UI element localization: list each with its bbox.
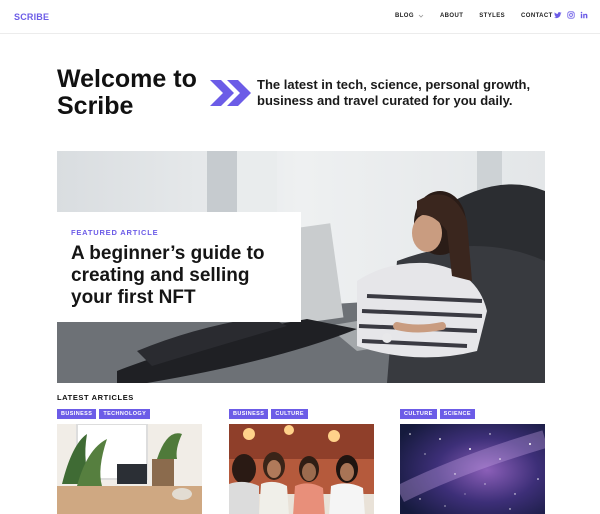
nav-item-blog-label: BLOG [395, 13, 414, 19]
nav-item-blog[interactable]: BLOG [395, 13, 424, 19]
nav-item-contact[interactable]: CONTACT [521, 13, 553, 19]
tag-science[interactable]: SCIENCE [439, 409, 475, 419]
article-card[interactable]: BUSINESS CULTURE [229, 409, 374, 514]
tag-business[interactable]: BUSINESS [229, 409, 269, 419]
linkedin-icon[interactable] [580, 11, 588, 19]
desk-plants-photo [57, 424, 202, 514]
friends-cafe-photo [229, 424, 374, 514]
article-thumbnail[interactable] [57, 424, 202, 514]
twitter-icon[interactable] [554, 11, 562, 19]
site-header: SCRIBE BLOG ABOUT STYLES CONTACT [0, 0, 600, 34]
tag-list: BUSINESS CULTURE [229, 409, 374, 419]
latest-articles-heading: LATEST ARTICLES [57, 393, 134, 402]
page-title: Welcome to Scribe [57, 65, 197, 120]
featured-article-card[interactable]: FEATURED ARTICLE A beginner’s guide to c… [57, 212, 301, 322]
featured-label: FEATURED ARTICLE [71, 228, 159, 237]
site-logo[interactable]: SCRIBE [14, 12, 49, 22]
main-nav: BLOG ABOUT STYLES CONTACT [395, 13, 569, 19]
hero-tagline: The latest in tech, science, personal gr… [257, 77, 531, 108]
tag-technology[interactable]: TECHNOLOGY [99, 409, 151, 419]
galaxy-photo [400, 424, 545, 514]
tag-culture[interactable]: CULTURE [271, 409, 308, 419]
instagram-icon[interactable] [567, 11, 575, 19]
article-card[interactable]: CULTURE SCIENCE [400, 409, 545, 514]
nav-item-styles[interactable]: STYLES [479, 13, 505, 19]
tag-culture[interactable]: CULTURE [400, 409, 437, 419]
social-links [554, 11, 593, 19]
article-thumbnail[interactable] [229, 424, 374, 514]
tag-list: BUSINESS TECHNOLOGY [57, 409, 202, 419]
nav-item-about[interactable]: ABOUT [440, 13, 463, 19]
chevron-down-icon [418, 14, 424, 18]
featured-article-title[interactable]: A beginner’s guide to creating and selli… [71, 243, 287, 309]
double-chevron-right-icon [210, 80, 251, 106]
tag-list: CULTURE SCIENCE [400, 409, 545, 419]
article-thumbnail[interactable] [400, 424, 545, 514]
article-card[interactable]: BUSINESS TECHNOLOGY [57, 409, 202, 514]
tag-business[interactable]: BUSINESS [57, 409, 97, 419]
